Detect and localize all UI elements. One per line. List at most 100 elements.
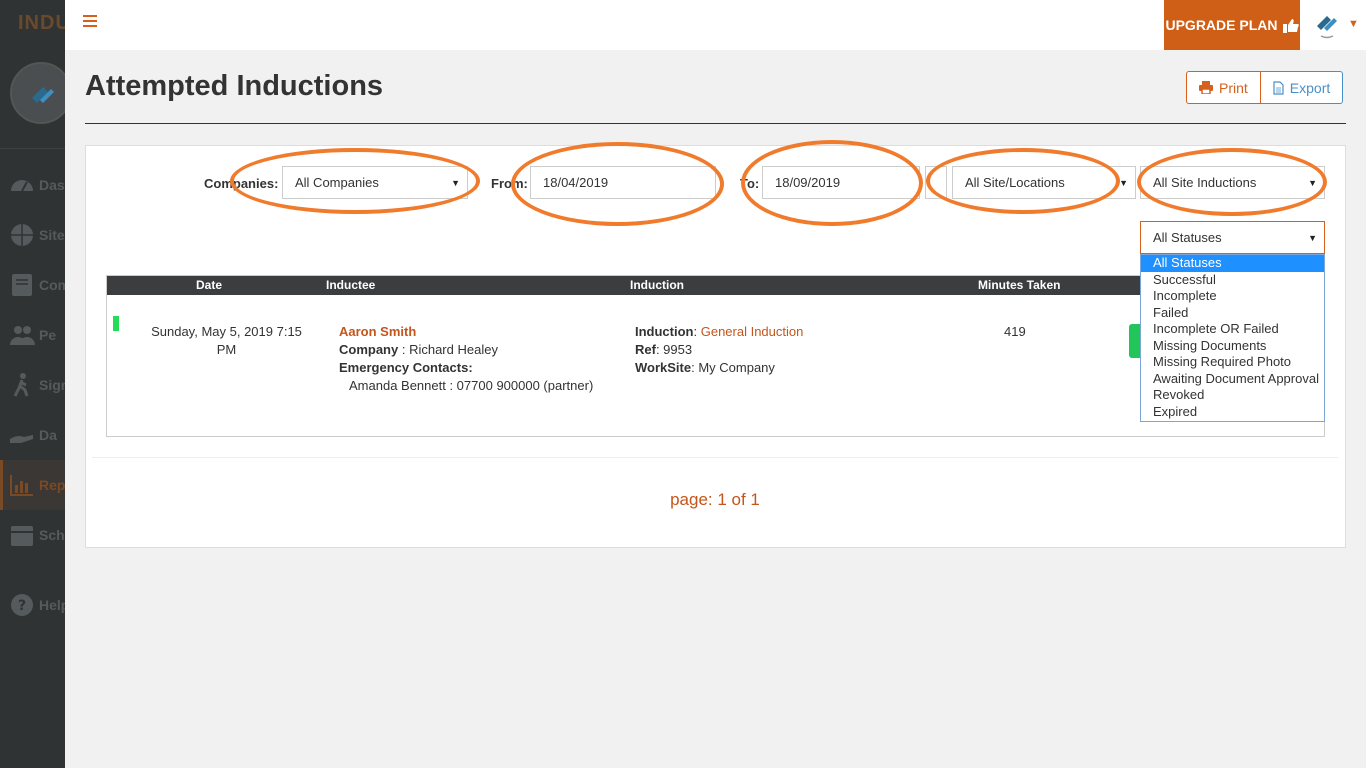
sidebar-divider bbox=[0, 148, 65, 149]
svg-text:?: ? bbox=[18, 598, 26, 614]
sidebar-item-label: Da bbox=[39, 427, 57, 443]
status-dropdown: All Statuses Successful Incomplete Faile… bbox=[1140, 254, 1325, 422]
chevron-down-icon: ▼ bbox=[1308, 233, 1317, 243]
column-header-minutes: Minutes Taken bbox=[978, 278, 1061, 292]
sidebar-item-label: Das bbox=[39, 177, 65, 193]
column-header-inductee: Inductee bbox=[326, 278, 376, 292]
export-button[interactable]: Export bbox=[1260, 71, 1344, 104]
sidebar-item-label: Sign bbox=[39, 377, 65, 393]
dashboard-icon bbox=[11, 180, 33, 192]
globe-icon bbox=[11, 224, 33, 246]
ref-value: : 9953 bbox=[655, 342, 693, 357]
sidebar-item-companies[interactable]: Com bbox=[0, 260, 65, 310]
column-header-date: Date bbox=[196, 278, 223, 292]
status-option[interactable]: Incomplete OR Failed bbox=[1141, 321, 1324, 338]
sidebar-item-label: Sche bbox=[39, 527, 65, 543]
worksite-label: WorkSite bbox=[635, 360, 692, 375]
panel-divider bbox=[92, 457, 1338, 458]
file-icon bbox=[1273, 80, 1284, 95]
row-date-line: Sunday, May 5, 2019 7:15 bbox=[151, 324, 302, 339]
company-avatar[interactable] bbox=[10, 62, 65, 124]
book-icon bbox=[12, 274, 32, 296]
company-label: Company bbox=[339, 342, 399, 357]
walk-icon bbox=[13, 373, 29, 397]
header-divider bbox=[85, 123, 1346, 124]
induction-link[interactable]: General Induction bbox=[701, 324, 804, 339]
status-option[interactable]: Expired bbox=[1141, 404, 1324, 421]
worksite-value: : My Company bbox=[691, 360, 775, 375]
sidebar-item-label: Site bbox=[39, 227, 65, 243]
from-date-input[interactable]: 18/04/2019 bbox=[530, 166, 716, 199]
induction-label: Induction bbox=[635, 324, 694, 339]
status-option[interactable]: Missing Documents bbox=[1141, 338, 1324, 355]
print-label: Print bbox=[1219, 79, 1248, 96]
action-buttons: Print Export bbox=[1186, 71, 1344, 104]
ref-label: Ref bbox=[635, 342, 656, 357]
thumbs-up-icon bbox=[1282, 18, 1299, 33]
status-option[interactable]: Revoked bbox=[1141, 387, 1324, 404]
chevron-down-icon[interactable]: ▼ bbox=[1348, 18, 1359, 30]
sidebar-item-people[interactable]: Pe bbox=[0, 310, 65, 360]
status-option[interactable]: All Statuses bbox=[1141, 255, 1324, 272]
status-option[interactable]: Awaiting Document Approval bbox=[1141, 371, 1324, 388]
from-label: From: bbox=[491, 176, 528, 191]
status-option[interactable]: Missing Required Photo bbox=[1141, 354, 1324, 371]
sidebar-item-help[interactable]: ? Help bbox=[0, 580, 65, 630]
print-button[interactable]: Print bbox=[1186, 71, 1261, 104]
status-option[interactable]: Failed bbox=[1141, 305, 1324, 322]
companies-select-value: All Companies bbox=[295, 175, 379, 190]
company-logo-icon bbox=[32, 87, 54, 103]
row-inductee: Aaron Smith Company : Richard Healey Eme… bbox=[339, 323, 593, 395]
sidebar-item-label: Com bbox=[39, 277, 65, 293]
status-indicator bbox=[113, 316, 119, 331]
chevron-down-icon: ▼ bbox=[451, 178, 460, 188]
from-date-value: 18/04/2019 bbox=[543, 175, 609, 190]
export-label: Export bbox=[1289, 79, 1331, 96]
companies-select[interactable]: All Companies ▼ bbox=[282, 166, 468, 199]
row-minutes: 419 bbox=[1004, 324, 1026, 339]
chevron-down-icon: ▼ bbox=[1119, 178, 1128, 188]
print-icon bbox=[1199, 81, 1213, 94]
to-date-input[interactable]: 18/09/2019 bbox=[762, 166, 920, 199]
user-logo-icon[interactable] bbox=[1315, 10, 1339, 40]
topbar: UPGRADE PLAN ▼ bbox=[65, 0, 1366, 50]
company-value: : Richard Healey bbox=[398, 342, 498, 357]
sidebar: INDUC Das Site Com Pe Sign Da Rep Sche bbox=[0, 0, 65, 768]
upgrade-plan-label: UPGRADE PLAN bbox=[1165, 17, 1278, 33]
to-date-value: 18/09/2019 bbox=[775, 175, 841, 190]
sidebar-item-dashboard[interactable]: Das bbox=[0, 160, 65, 210]
site-inductions-select[interactable]: All Site Inductions ▼ bbox=[1140, 166, 1325, 199]
sidebar-item-label: Pe bbox=[39, 327, 57, 343]
sidebar-item-schedule[interactable]: Sche bbox=[0, 510, 65, 560]
date-addon bbox=[925, 166, 947, 199]
sidebar-item-label: Help bbox=[39, 597, 65, 613]
column-header-induction: Induction bbox=[630, 278, 684, 292]
people-icon bbox=[10, 326, 35, 345]
companies-label: Companies: bbox=[204, 176, 279, 191]
inductee-name-link[interactable]: Aaron Smith bbox=[339, 323, 593, 341]
menu-toggle-icon[interactable] bbox=[83, 15, 97, 33]
sidebar-item-sign[interactable]: Sign bbox=[0, 360, 65, 410]
site-inductions-value: All Site Inductions bbox=[1153, 175, 1257, 190]
sidebar-item-sites[interactable]: Site bbox=[0, 210, 65, 260]
row-date: Sunday, May 5, 2019 7:15 PM bbox=[149, 323, 304, 359]
row-induction: Induction: General Induction Ref: 9953 W… bbox=[635, 324, 804, 375]
upgrade-plan-button[interactable]: UPGRADE PLAN bbox=[1164, 0, 1300, 50]
sidebar-item-da[interactable]: Da bbox=[0, 410, 65, 460]
pagination-label: page: 1 of 1 bbox=[670, 490, 760, 509]
help-icon: ? bbox=[11, 594, 33, 616]
chevron-down-icon: ▼ bbox=[1308, 178, 1317, 188]
site-locations-value: All Site/Locations bbox=[965, 175, 1065, 190]
emergency-contacts-label: Emergency Contacts: bbox=[339, 360, 473, 375]
status-select-value: All Statuses bbox=[1153, 230, 1222, 245]
status-option[interactable]: Successful bbox=[1141, 272, 1324, 289]
status-select[interactable]: All Statuses ▼ bbox=[1140, 221, 1325, 254]
status-option[interactable]: Incomplete bbox=[1141, 288, 1324, 305]
hand-icon bbox=[10, 435, 33, 443]
brand-logo: INDUC bbox=[18, 12, 65, 34]
to-label: To: bbox=[740, 176, 760, 191]
calendar-icon bbox=[11, 526, 33, 546]
page-title: Attempted Inductions bbox=[85, 70, 384, 102]
row-date-line: PM bbox=[216, 342, 237, 357]
site-locations-select[interactable]: All Site/Locations ▼ bbox=[952, 166, 1136, 199]
